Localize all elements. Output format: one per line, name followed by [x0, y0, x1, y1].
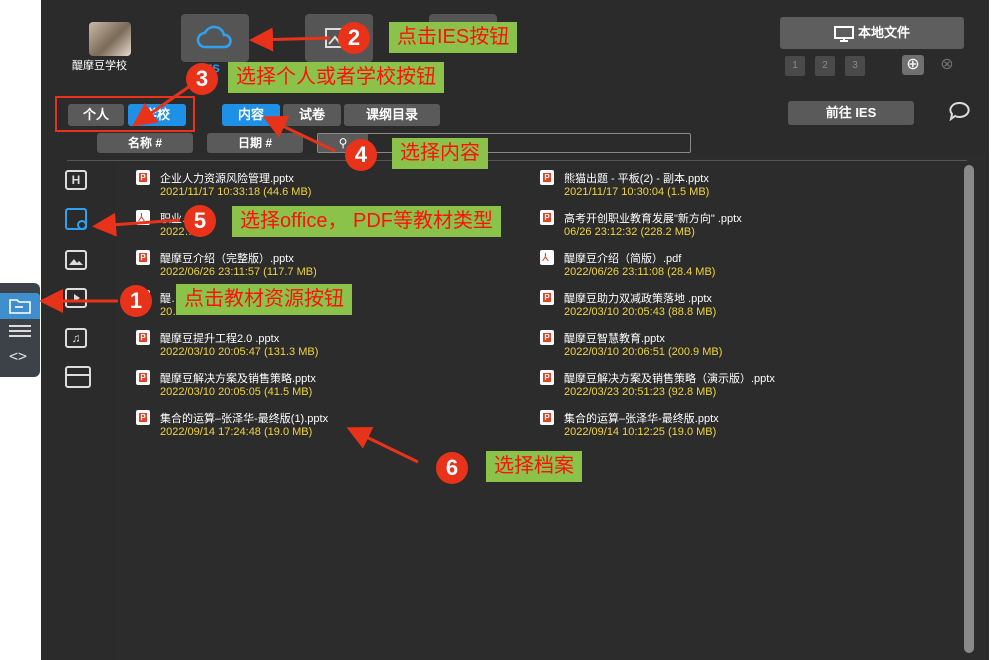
file-meta: 2022/06/26 23:11:08 (28.4 MB): [564, 266, 716, 278]
pptx-file-icon: [136, 410, 150, 425]
code-icon[interactable]: <>: [9, 347, 27, 365]
file-meta: 2022/03/10 20:05:47 (131.3 MB): [160, 346, 319, 358]
file-name: 醍摩豆解决方案及销售策略.pptx: [160, 373, 316, 385]
monitor-icon: [833, 25, 854, 42]
file-meta: 2022/03/10 20:05:05 (41.5 MB): [160, 386, 313, 398]
pptx-file-icon: [136, 330, 150, 345]
html-type-icon[interactable]: H: [65, 170, 87, 190]
remove-page-icon[interactable]: ⊗: [936, 55, 958, 75]
step-4-callout: 选择内容: [392, 138, 488, 169]
file-name: 醍摩豆介绍（简版）.pdf: [564, 253, 682, 265]
file-meta: 2022/09/14 17:24:48 (19.0 MB): [160, 426, 313, 438]
file-item[interactable]: 醍摩豆介绍（完整版）.pptx2022/06/26 23:11:57 (117.…: [136, 250, 516, 286]
list-menu-icon[interactable]: [9, 325, 31, 339]
pptx-file-icon: [136, 170, 150, 185]
pptx-file-icon: [136, 370, 150, 385]
video-type-icon[interactable]: [65, 288, 87, 308]
ies-button[interactable]: [181, 14, 249, 62]
sort-by-date[interactable]: 日期 #: [207, 133, 303, 153]
toolbar-divider: [67, 160, 967, 161]
file-item[interactable]: 醍摩豆介绍（简版）.pdf2022/06/26 23:11:08 (28.4 M…: [540, 250, 960, 286]
file-meta: 2022/09/14 10:12:25 (19.0 MB): [564, 426, 717, 438]
step-2-badge: 2: [338, 22, 370, 54]
step-6-badge: 6: [436, 452, 468, 484]
pptx-file-icon: [540, 410, 554, 425]
scrollbar-thumb[interactable]: [964, 165, 974, 653]
add-page-icon[interactable]: ⊕: [902, 55, 924, 75]
file-name: 熊猫出题 - 平板(2) - 副本.pptx: [564, 173, 709, 185]
school-avatar[interactable]: [89, 22, 131, 56]
school-name: 醍摩豆学校: [72, 60, 127, 72]
file-item[interactable]: 集合的运算–张泽华-最终版.pptx2022/09/14 10:12:25 (1…: [540, 410, 960, 446]
file-item[interactable]: 醍摩豆助力双减政策落地 .pptx2022/03/10 20:05:43 (88…: [540, 290, 960, 326]
image-type-icon[interactable]: [65, 250, 87, 270]
local-file-button[interactable]: 本地文件: [780, 17, 964, 49]
resource-folder-button[interactable]: [0, 293, 40, 319]
pptx-file-icon: [540, 290, 554, 305]
play-icon: [74, 294, 80, 302]
tab-exam[interactable]: 试卷: [283, 104, 341, 126]
page-2[interactable]: 2: [815, 56, 835, 76]
file-item[interactable]: 熊猫出题 - 平板(2) - 副本.pptx2021/11/17 10:30:0…: [540, 170, 960, 206]
mountain-icon: [69, 259, 83, 265]
pptx-file-icon: [136, 250, 150, 265]
file-item[interactable]: 醍摩豆提升工程2.0 .pptx2022/03/10 20:05:47 (131…: [136, 330, 516, 366]
file-name: 企业人力资源风险管理.pptx: [160, 173, 294, 185]
audio-type-icon[interactable]: ♫: [65, 328, 87, 348]
pdf-file-icon: [136, 210, 150, 225]
tab-content[interactable]: 内容: [222, 104, 280, 126]
page-3[interactable]: 3: [845, 56, 865, 76]
file-name: 醍摩豆智慧教育.pptx: [564, 333, 665, 345]
goto-ies-button[interactable]: 前往 IES: [788, 101, 914, 125]
scope-highlight-box: [55, 96, 195, 132]
step-2-callout: 点击IES按钮: [389, 22, 518, 53]
local-file-label: 本地文件: [857, 25, 910, 40]
file-item[interactable]: 高考开创职业教育发展"新方向" .pptx06/26 23:12:32 (228…: [540, 210, 960, 246]
file-meta: 2021/11/17 10:30:04 (1.5 MB): [564, 186, 710, 198]
tab-syllabus[interactable]: 课纲目录: [344, 104, 440, 126]
step-6-callout: 选择档案: [486, 451, 582, 482]
file-meta: 2022/06/26 23:11:57 (117.7 MB): [160, 266, 317, 278]
step-5-callout: 选择office， PDF等教材类型: [232, 206, 501, 237]
page-1[interactable]: 1: [785, 56, 805, 76]
pptx-file-icon: [540, 210, 554, 225]
step-4-badge: 4: [345, 139, 377, 171]
file-meta: 2022/03/10 20:05:43 (88.8 MB): [564, 306, 717, 318]
step-3-callout: 选择个人或者学校按钮: [228, 62, 444, 93]
file-item[interactable]: 醍摩豆智慧教育.pptx2022/03/10 20:06:51 (200.9 M…: [540, 330, 960, 366]
step-5-badge: 5: [184, 205, 216, 237]
file-item[interactable]: 企业人力资源风险管理.pptx2021/11/17 10:33:18 (44.6…: [136, 170, 516, 206]
left-edge-tabs: <>: [0, 283, 40, 377]
file-name: 醍摩豆提升工程2.0 .pptx: [160, 333, 280, 345]
file-name: 醍摩豆介绍（完整版）.pptx: [160, 253, 294, 265]
chat-icon[interactable]: [948, 101, 972, 121]
folder-icon: [9, 299, 31, 314]
file-name: 醍摩豆解决方案及销售策略（演示版）.pptx: [564, 373, 775, 385]
sidebar-types: H ♫: [41, 160, 117, 400]
file-item[interactable]: 醍摩豆解决方案及销售策略.pptx2022/03/10 20:05:05 (41…: [136, 370, 516, 406]
file-item[interactable]: 醍摩豆解决方案及销售策略（演示版）.pptx2022/03/23 20:51:2…: [540, 370, 960, 406]
file-name: 集合的运算–张泽华-最终版(1).pptx: [160, 413, 329, 425]
file-meta: 2022/03/23 20:51:23 (92.8 MB): [564, 386, 717, 398]
step-1-callout: 点击教材资源按钮: [176, 284, 352, 315]
archive-type-icon[interactable]: [65, 366, 91, 388]
pptx-file-icon: [540, 370, 554, 385]
pptx-file-icon: [540, 170, 554, 185]
file-item[interactable]: 集合的运算–张泽华-最终版(1).pptx2022/09/14 17:24:48…: [136, 410, 516, 446]
file-name: 高考开创职业教育发展"新方向" .pptx: [564, 213, 742, 225]
cloud-icon: [196, 25, 232, 49]
pdf-file-icon: [540, 250, 554, 265]
file-name: 集合的运算–张泽华-最终版.pptx: [564, 413, 719, 425]
file-meta: 2022/03/10 20:06:51 (200.9 MB): [564, 346, 723, 358]
step-1-badge: 1: [120, 285, 152, 317]
file-meta: 06/26 23:12:32 (228.2 MB): [564, 226, 695, 238]
pptx-file-icon: [540, 330, 554, 345]
office-type-icon[interactable]: [65, 208, 87, 230]
sort-by-name[interactable]: 名称 #: [97, 133, 193, 153]
file-meta: 2021/11/17 10:33:18 (44.6 MB): [160, 186, 312, 198]
file-name: 醍摩豆助力双减政策落地 .pptx: [564, 293, 712, 305]
step-3-badge: 3: [186, 63, 218, 95]
